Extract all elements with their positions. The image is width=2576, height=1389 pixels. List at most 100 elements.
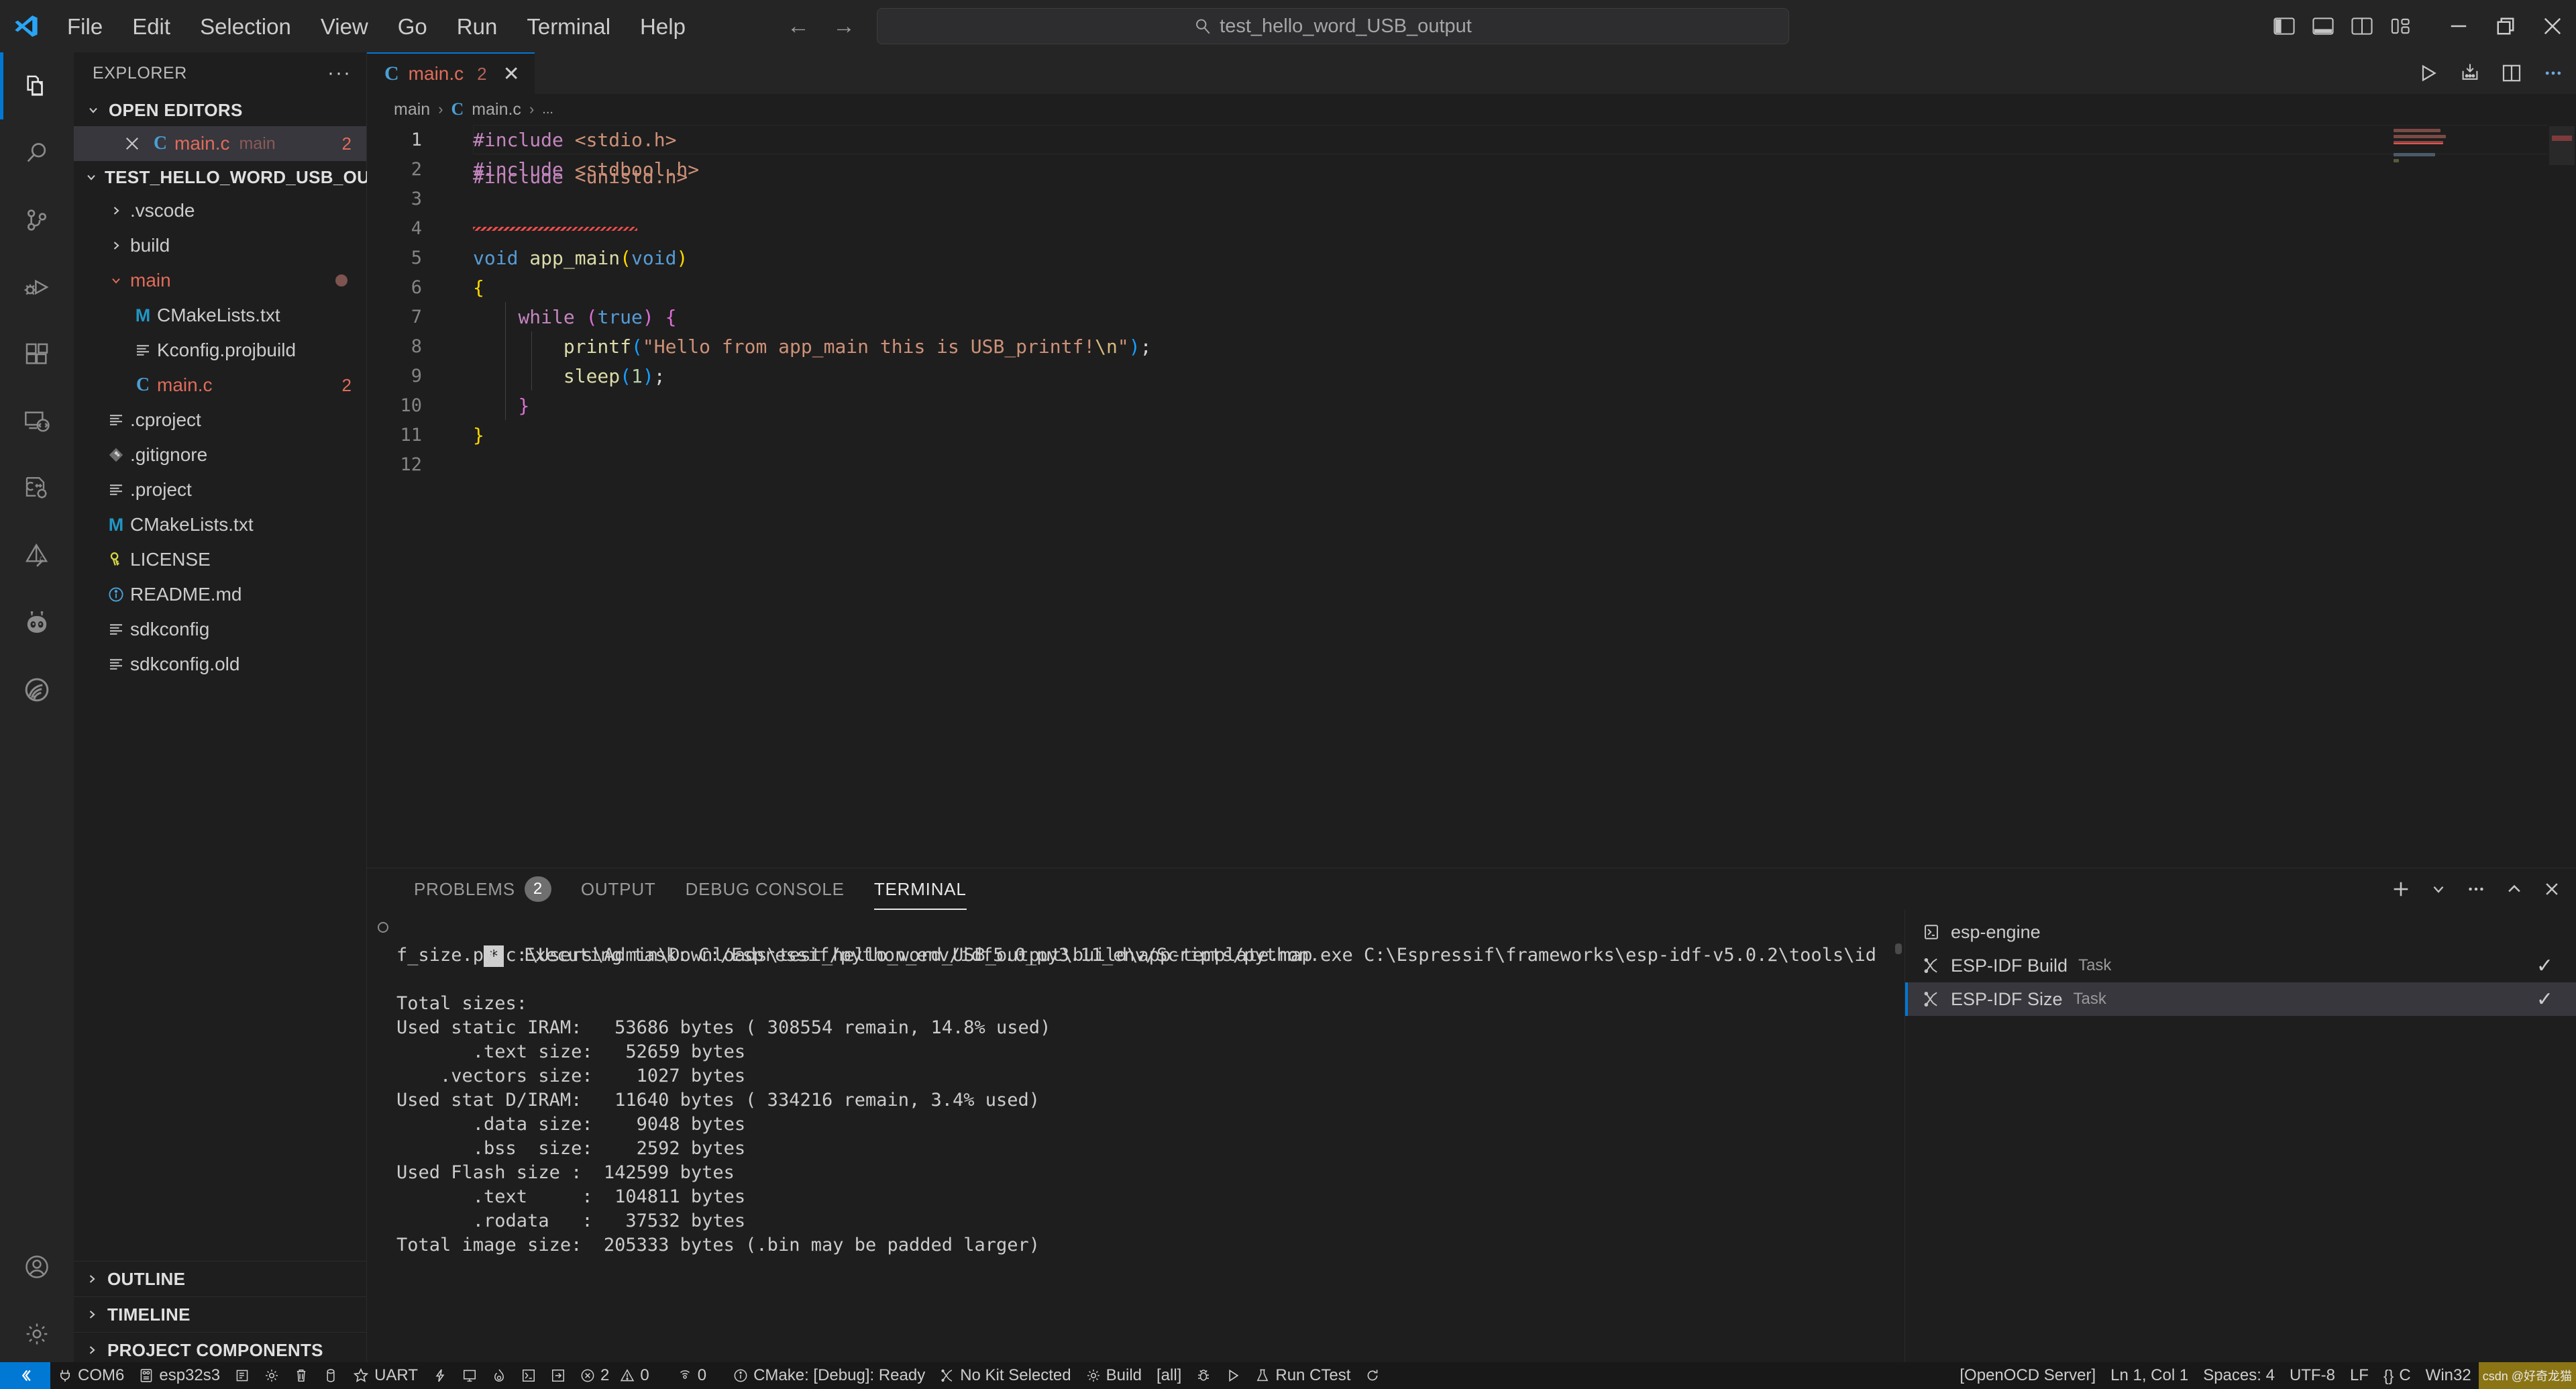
tree-item-main-cmakelists[interactable]: M CMakeLists.txt [74, 298, 366, 333]
window-minimize-button[interactable] [2435, 0, 2482, 52]
tree-item-main-c[interactable]: C main.c 2 [74, 368, 366, 403]
status-cmake-status[interactable]: CMake: [Debug]: Ready [726, 1362, 932, 1389]
tree-item-cproject[interactable]: .cproject [74, 403, 366, 438]
section-timeline[interactable]: TIMELINE [74, 1296, 367, 1332]
menu-view[interactable]: View [306, 11, 383, 42]
code-editor[interactable]: 1 #include <stdio.h> 2 #include <stdbool… [367, 125, 2576, 866]
tree-item-project[interactable]: .project [74, 472, 366, 507]
window-restore-button[interactable] [2482, 0, 2529, 52]
toggle-primary-sidebar-icon[interactable] [2265, 7, 2304, 46]
status-language-mode[interactable]: {} C [2376, 1362, 2418, 1389]
close-icon[interactable] [118, 136, 146, 151]
menu-selection[interactable]: Selection [185, 11, 306, 42]
close-icon[interactable]: ✕ [503, 62, 520, 86]
quick-open-input[interactable]: test_hello_word_USB_output [877, 8, 1789, 44]
status-problems-errors[interactable]: 2 0 [573, 1362, 657, 1389]
terminal-dropdown-button[interactable] [2430, 880, 2447, 898]
tree-item-build[interactable]: build [74, 228, 366, 263]
status-cmake-launch[interactable] [1218, 1362, 1248, 1389]
menu-edit[interactable]: Edit [117, 11, 185, 42]
status-remote-indicator[interactable] [0, 1362, 50, 1389]
terminal-list-item-esp-idf-size[interactable]: ESP-IDF Size Task ✓ [1905, 982, 2576, 1016]
status-cmake-refresh[interactable] [1358, 1362, 1387, 1389]
tree-item-gitignore[interactable]: .gitignore [74, 438, 366, 472]
breadcrumb-item-file[interactable]: main.c [472, 100, 521, 119]
menu-help[interactable]: Help [625, 11, 700, 42]
activity-run-debug-icon[interactable] [0, 254, 74, 321]
status-menuconfig[interactable] [257, 1362, 286, 1389]
tree-item-root-cmakelists[interactable]: M CMakeLists.txt [74, 507, 366, 542]
tab-output[interactable]: OUTPUT [566, 868, 671, 910]
menu-go[interactable]: Go [383, 11, 442, 42]
activity-remote-explorer-icon[interactable] [0, 388, 74, 455]
activity-extensions-icon[interactable] [0, 321, 74, 388]
navigate-forward-icon[interactable]: → [833, 15, 855, 38]
run-button[interactable] [2418, 62, 2439, 84]
activity-cmake-tools-icon[interactable] [0, 455, 74, 522]
terminal-list-item-esp-idf-build[interactable]: ESP-IDF Build Task ✓ [1905, 949, 2576, 982]
tree-item-kconfig-projbuild[interactable]: Kconfig.projbuild [74, 333, 366, 368]
activity-source-control-icon[interactable] [0, 187, 74, 254]
terminal-output[interactable]: * Executing task: C:/Espressif/python_en… [367, 910, 1904, 1362]
status-monitor-device[interactable] [425, 1362, 455, 1389]
window-close-button[interactable] [2529, 0, 2576, 52]
status-openocd-server[interactable]: [OpenOCD Server] [1952, 1362, 2103, 1389]
status-cmake-debug[interactable] [1189, 1362, 1218, 1389]
status-cmake-kit[interactable]: No Kit Selected [932, 1362, 1078, 1389]
scrollbar-thumb[interactable] [2549, 126, 2575, 165]
activity-espressif-idf-icon[interactable] [0, 656, 74, 723]
open-editor-item-main-c[interactable]: C main.c main 2 [74, 126, 366, 161]
tree-item-main-folder[interactable]: main [74, 263, 366, 298]
status-eol[interactable]: LF [2343, 1362, 2376, 1389]
breadcrumb-item-symbols[interactable]: ... [542, 102, 553, 117]
status-full-clean[interactable] [286, 1362, 316, 1389]
status-open-terminal[interactable] [514, 1362, 543, 1389]
activity-search-icon[interactable] [0, 119, 74, 187]
customize-layout-icon[interactable] [2381, 7, 2420, 46]
status-serial-port[interactable]: COM6 [50, 1362, 131, 1389]
status-cmake-build[interactable]: Build [1079, 1362, 1149, 1389]
menu-run[interactable]: Run [442, 11, 513, 42]
terminal-list-item-esp-engine[interactable]: esp-engine [1905, 915, 2576, 949]
toggle-panel-icon[interactable] [2304, 7, 2343, 46]
tab-debug-console[interactable]: DEBUG CONSOLE [671, 868, 859, 910]
status-ports-forwarded[interactable]: 0 [670, 1362, 714, 1389]
status-indentation[interactable]: Spaces: 4 [2196, 1362, 2282, 1389]
sidebar-more-actions-icon[interactable]: ··· [327, 62, 352, 85]
menu-terminal[interactable]: Terminal [512, 11, 625, 42]
maximize-panel-button[interactable] [2505, 880, 2524, 898]
navigate-back-icon[interactable]: ← [787, 15, 810, 38]
tree-item-sdkconfig-old[interactable]: sdkconfig.old [74, 647, 366, 682]
status-flash-device[interactable]: UART [345, 1362, 425, 1389]
status-debug-flame[interactable] [484, 1362, 514, 1389]
status-open-monitor[interactable] [455, 1362, 484, 1389]
section-outline[interactable]: OUTLINE [74, 1261, 367, 1296]
breadcrumb-item-main[interactable]: main [394, 100, 430, 119]
tab-problems[interactable]: PROBLEMS 2 [399, 868, 566, 910]
run-debug-button[interactable] [2459, 62, 2481, 84]
tree-item-license[interactable]: LICENSE [74, 542, 366, 577]
activity-platformio-icon[interactable] [0, 589, 74, 656]
tree-item-vscode[interactable]: .vscode [74, 193, 366, 228]
section-open-editors[interactable]: OPEN EDITORS [74, 94, 366, 126]
tree-item-readme[interactable]: README.md [74, 577, 366, 612]
editor-scrollbar[interactable] [2548, 125, 2576, 866]
status-target-chip[interactable]: esp32s3 [131, 1362, 227, 1389]
tab-terminal[interactable]: TERMINAL [859, 868, 981, 910]
activity-explorer-icon[interactable] [0, 52, 74, 119]
status-cmake-target[interactable]: [all] [1149, 1362, 1189, 1389]
status-platform[interactable]: Win32 [2418, 1362, 2479, 1389]
status-idf-open[interactable] [543, 1362, 573, 1389]
status-encoding[interactable]: UTF-8 [2282, 1362, 2343, 1389]
editor-tab-main-c[interactable]: C main.c 2 ✕ [367, 52, 535, 94]
activity-esp-wokwi-icon[interactable] [0, 522, 74, 589]
more-actions-button[interactable] [2542, 62, 2564, 84]
menu-file[interactable]: File [52, 11, 117, 42]
status-build-project[interactable] [316, 1362, 345, 1389]
terminal-scrollbar[interactable] [1895, 943, 1902, 954]
status-editor-position[interactable]: Ln 1, Col 1 [2103, 1362, 2196, 1389]
status-run-ctest[interactable]: Run CTest [1248, 1362, 1358, 1389]
minimap[interactable] [2394, 129, 2548, 169]
status-select-flash-method[interactable] [227, 1362, 257, 1389]
toggle-secondary-sidebar-icon[interactable] [2343, 7, 2381, 46]
